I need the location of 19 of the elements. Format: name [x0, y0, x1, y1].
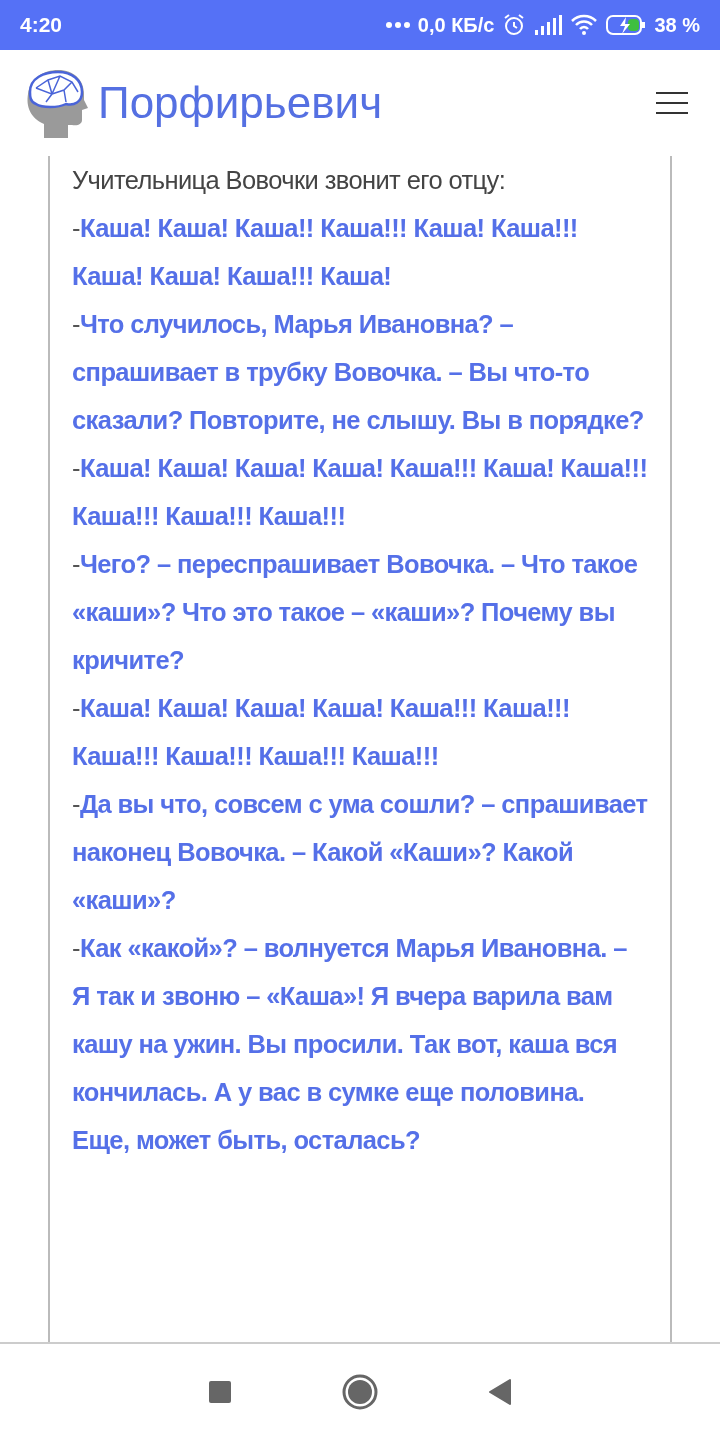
- more-icon: [385, 22, 410, 28]
- story-line: -Каша! Каша! Каша! Каша! Каша!!! Каша! Каша!!! Каша!!! Каша!!! Каша!!!: [72, 453, 648, 532]
- back-icon[interactable]: [488, 1378, 512, 1406]
- signal-icon: [534, 14, 563, 36]
- story-line: -Каша! Каша! Каша! Каша! Каша!!! Каша!!! Каша!!! Каша!!! Каша!!! Каша!!!: [72, 693, 571, 772]
- recents-icon[interactable]: [208, 1380, 232, 1404]
- battery-percent: 38 %: [654, 13, 700, 37]
- clock: 4:20: [20, 13, 63, 37]
- wifi-icon: [570, 14, 599, 36]
- story-line: -Как «какой»? – волнуется Марья Ивановна. – Я так и звоню – «Каша»! Я вчера варила вам кашу на ужин. Вы просили. Так вот, каша вся кончилась. А у вас в сумке еще половина. Еще, может быть, осталась?: [72, 933, 628, 1156]
- story-line: -Что случилось, Марья Ивановна? – спрашивает в трубку Вовочка. – Вы что-то сказали? Повторите, не слышу. Вы в порядке?: [72, 309, 645, 436]
- story-line: -Да вы что, совсем с ума сошли? – спрашивает наконец Вовочка. – Какой «Каши»? Какой «каши»?: [72, 789, 648, 916]
- story-line: Учительница Вовочки звонит его отцу:: [72, 165, 507, 196]
- home-icon[interactable]: [342, 1374, 378, 1410]
- network-speed: 0,0 КБ/с: [417, 13, 495, 37]
- app-title: Порфирьевич: [98, 78, 384, 128]
- battery-icon: [606, 14, 647, 36]
- story-line: -Каша! Каша! Каша!! Каша!!! Каша! Каша!!! Каша! Каша! Каша!!! Каша!: [72, 213, 579, 292]
- story-line: -Чего? – переспрашивает Вовочка. – Что такое «каши»? Что это такое – «каши»? Почему вы кричите?: [72, 549, 639, 676]
